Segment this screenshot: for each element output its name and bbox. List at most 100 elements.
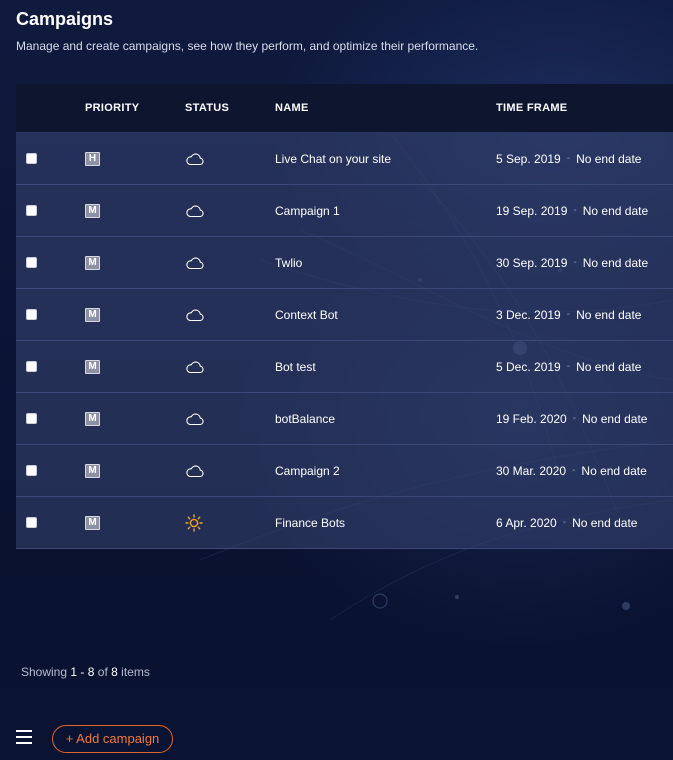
start-date: 3 Dec. 2019 <box>496 307 561 322</box>
row-checkbox-cell <box>26 185 37 236</box>
table-row[interactable]: M Finance Bots 6 Apr. 2020- No end date <box>16 497 673 549</box>
showing-label: Showing <box>21 665 68 679</box>
end-date: No end date <box>582 411 648 426</box>
cloud-icon <box>185 360 205 374</box>
row-checkbox-cell <box>26 133 37 184</box>
cloud-icon <box>185 464 205 478</box>
row-checkbox[interactable] <box>26 153 37 164</box>
status-cell <box>185 341 205 392</box>
priority-badge: H <box>85 151 100 166</box>
priority-badge: M <box>85 203 100 218</box>
start-date: 6 Apr. 2020 <box>496 515 557 530</box>
page-header: Campaigns Manage and create campaigns, s… <box>16 8 478 54</box>
cloud-icon <box>185 256 205 270</box>
row-checkbox-cell <box>26 237 37 288</box>
column-header-priority[interactable]: PRIORITY <box>85 84 139 132</box>
column-header-time-frame[interactable]: TIME FRAME <box>496 84 567 132</box>
sun-icon <box>185 513 203 532</box>
priority-badge: M <box>85 411 100 426</box>
status-cell <box>185 497 203 548</box>
start-date: 5 Sep. 2019 <box>496 151 561 166</box>
row-checkbox[interactable] <box>26 413 37 424</box>
date-separator: - <box>566 153 571 164</box>
time-frame-cell: 30 Sep. 2019- No end date <box>496 237 648 288</box>
table-row[interactable]: M Twlio 30 Sep. 2019- No end date <box>16 237 673 289</box>
campaign-name[interactable]: Live Chat on your site <box>275 133 391 184</box>
column-header-name[interactable]: NAME <box>275 84 309 132</box>
start-date: 30 Sep. 2019 <box>496 255 568 270</box>
end-date: No end date <box>582 203 649 218</box>
end-date: No end date <box>572 515 638 530</box>
date-separator: - <box>573 205 577 216</box>
status-cell <box>185 237 205 288</box>
row-checkbox[interactable] <box>26 309 37 320</box>
status-cell <box>185 133 205 184</box>
date-separator: - <box>562 517 567 528</box>
end-date: No end date <box>576 359 642 374</box>
campaign-name[interactable]: Twlio <box>275 237 302 288</box>
row-checkbox-cell <box>26 445 37 496</box>
date-separator: - <box>566 309 571 320</box>
table-row[interactable]: M Campaign 2 30 Mar. 2020- No end date <box>16 445 673 497</box>
priority-badge: M <box>85 359 100 374</box>
campaign-name[interactable]: Context Bot <box>275 289 338 340</box>
row-checkbox[interactable] <box>26 465 37 476</box>
row-checkbox[interactable] <box>26 205 37 216</box>
priority-cell: M <box>85 289 100 340</box>
time-frame-cell: 30 Mar. 2020- No end date <box>496 445 647 496</box>
time-frame-cell: 3 Dec. 2019- No end date <box>496 289 641 340</box>
table-row[interactable]: H Live Chat on your site 5 Sep. 2019- No en… <box>16 133 673 185</box>
campaign-name[interactable]: Bot test <box>275 341 316 392</box>
items-label: items <box>121 665 150 679</box>
cloud-icon <box>185 308 205 322</box>
total-count: 8 <box>111 665 118 679</box>
campaign-name[interactable]: Campaign 1 <box>275 185 340 236</box>
campaign-name[interactable]: botBalance <box>275 393 335 444</box>
table-row[interactable]: M Context Bot 3 Dec. 2019- No end date <box>16 289 673 341</box>
campaigns-table: PRIORITY STATUS NAME TIME FRAME H Live Ch… <box>16 84 673 549</box>
row-checkbox-cell <box>26 393 37 444</box>
time-frame-cell: 19 Feb. 2020- No end date <box>496 393 647 444</box>
priority-badge: M <box>85 255 100 270</box>
date-separator: - <box>572 413 577 424</box>
row-checkbox[interactable] <box>26 517 37 528</box>
row-checkbox-cell <box>26 289 37 340</box>
page-description: Manage and create campaigns, see how the… <box>16 39 479 53</box>
hamburger-menu-icon[interactable] <box>16 730 32 746</box>
priority-cell: M <box>85 341 100 392</box>
priority-cell: M <box>85 445 100 496</box>
table-row[interactable]: MbotBalance 19 Feb. 2020- No end date <box>16 393 673 445</box>
cloud-icon <box>185 152 205 166</box>
status-cell <box>185 289 205 340</box>
add-campaign-button[interactable]: + Add campaign <box>52 725 173 753</box>
date-separator: - <box>566 361 571 372</box>
range-start: 1 <box>70 665 78 679</box>
priority-cell: M <box>85 185 100 236</box>
priority-cell: M <box>85 393 100 444</box>
campaign-name[interactable]: Finance Bots <box>275 497 345 548</box>
time-frame-cell: 5 Dec. 2019- No end date <box>496 341 641 392</box>
time-frame-cell: 19 Sep. 2019- No end date <box>496 185 648 236</box>
of-label: of <box>97 665 108 679</box>
cloud-icon <box>185 412 205 426</box>
campaign-name[interactable]: Campaign 2 <box>275 445 340 496</box>
time-frame-cell: 5 Sep. 2019- No end date <box>496 133 641 184</box>
start-date: 5 Dec. 2019 <box>496 359 561 374</box>
priority-cell: M <box>85 237 100 288</box>
row-checkbox[interactable] <box>26 257 37 268</box>
status-cell <box>185 393 205 444</box>
priority-badge: M <box>85 463 100 478</box>
table-row[interactable]: M Campaign 1 19 Sep. 2019- No end date <box>16 185 673 237</box>
range-end: 8 <box>87 665 95 679</box>
column-header-status[interactable]: STATUS <box>185 84 229 132</box>
time-frame-cell: 6 Apr. 2020- No end date <box>496 497 637 548</box>
table-row[interactable]: M Bot test 5 Dec. 2019- No end date <box>16 341 673 393</box>
date-separator: - <box>572 465 576 476</box>
end-date: No end date <box>576 151 642 166</box>
date-separator: - <box>573 257 577 268</box>
row-checkbox[interactable] <box>26 361 37 372</box>
start-date: 30 Mar. 2020 <box>496 463 567 478</box>
status-cell <box>185 445 205 496</box>
start-date: 19 Sep. 2019 <box>496 203 568 218</box>
pagination-info: Showing 1 - 8 of 8 items <box>21 664 150 680</box>
